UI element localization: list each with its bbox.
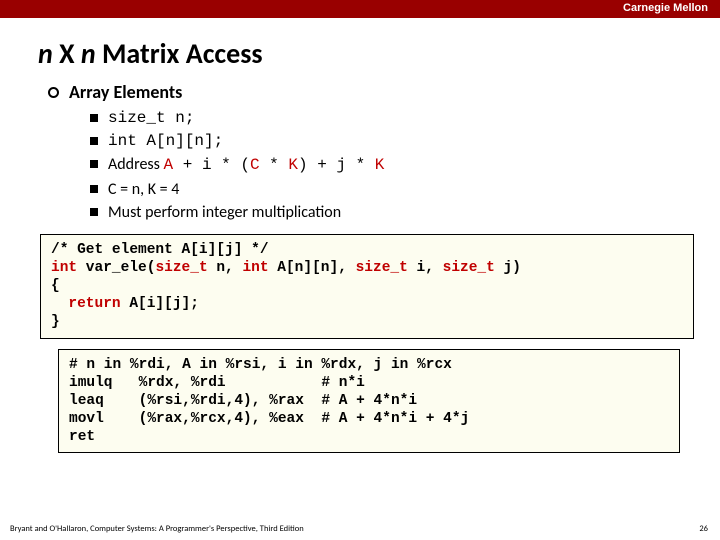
section-heading: Array Elements (69, 81, 182, 103)
txt: var_ele( (77, 260, 155, 276)
brand-text: Carnegie Mellon (623, 2, 708, 14)
list-item: Must perform integer multiplication (90, 201, 680, 224)
title-n2: n (81, 36, 96, 71)
title-n1: n (38, 36, 53, 71)
footer: Bryant and O'Hallaron, Computer Systems:… (10, 524, 708, 534)
code-line: { (51, 278, 60, 294)
bullet-text: size_t n; (108, 107, 194, 130)
square-bullet-icon (90, 114, 98, 122)
bullet-text: Address A + i * (C * K) + j * K (108, 153, 384, 177)
addr-pre: Address (108, 155, 164, 174)
kw: size_t (443, 260, 495, 276)
code-line: imulq %rdx, %rdi # n*i (69, 375, 365, 391)
footer-citation: Bryant and O'Hallaron, Computer Systems:… (10, 524, 304, 534)
addr-expr: A + i * (C * K) + j * K (164, 156, 385, 174)
bullet-text: C = n, K = 4 (108, 178, 179, 201)
bullet-list: size_t n; int A[n][n]; Address A + i * (… (48, 107, 680, 224)
page-number: 26 (699, 524, 708, 534)
code-line: } (51, 314, 60, 330)
txt: A[i][j]; (121, 296, 199, 312)
addr-m1: + i * ( (173, 156, 250, 174)
code-line: leaq (%rsi,%rdi,4), %rax # A + 4*n*i (69, 393, 417, 409)
kw: int (51, 260, 77, 276)
addr-m2: * (260, 156, 289, 174)
content-area: Array Elements size_t n; int A[n][n]; Ad… (0, 81, 720, 224)
txt: i, (408, 260, 443, 276)
bullet-text: int A[n][n]; (108, 130, 223, 153)
list-item: int A[n][n]; (90, 130, 680, 153)
title-rest: Matrix Access (96, 36, 263, 71)
list-item: size_t n; (90, 107, 680, 130)
code-line: int var_ele(size_t n, int A[n][n], size_… (51, 260, 521, 276)
addr-A: A (164, 156, 174, 174)
title-x: X (53, 36, 81, 71)
circle-bullet-icon (48, 87, 59, 98)
kw: size_t (356, 260, 408, 276)
txt: j) (495, 260, 521, 276)
square-bullet-icon (90, 160, 98, 168)
list-item: C = n, K = 4 (90, 178, 680, 201)
addr-m3: ) + j * (298, 156, 375, 174)
addr-K1: K (288, 156, 298, 174)
c-code-box: /* Get element A[i][j] */ int var_ele(si… (40, 234, 694, 339)
indent (51, 296, 68, 312)
code-line: return A[i][j]; (51, 296, 199, 312)
square-bullet-icon (90, 208, 98, 216)
section-heading-row: Array Elements (48, 81, 680, 103)
addr-K2: K (375, 156, 385, 174)
kw: int (242, 260, 268, 276)
square-bullet-icon (90, 137, 98, 145)
slide-title: n X n Matrix Access (0, 18, 720, 81)
code-line: ret (69, 429, 95, 445)
list-item: Address A + i * (C * K) + j * K (90, 153, 680, 177)
square-bullet-icon (90, 185, 98, 193)
asm-code-box: # n in %rdi, A in %rsi, i in %rdx, j in … (58, 349, 680, 454)
kw: size_t (155, 260, 207, 276)
header-bar: Carnegie Mellon (0, 0, 720, 18)
code-line: /* Get element A[i][j] */ (51, 242, 269, 258)
code-line: # n in %rdi, A in %rsi, i in %rdx, j in … (69, 357, 452, 373)
txt: n, (208, 260, 243, 276)
addr-C: C (250, 156, 260, 174)
bullet-text: Must perform integer multiplication (108, 201, 341, 224)
code-line: movl (%rax,%rcx,4), %eax # A + 4*n*i + 4… (69, 411, 469, 427)
txt: A[n][n], (269, 260, 356, 276)
kw: return (68, 296, 120, 312)
